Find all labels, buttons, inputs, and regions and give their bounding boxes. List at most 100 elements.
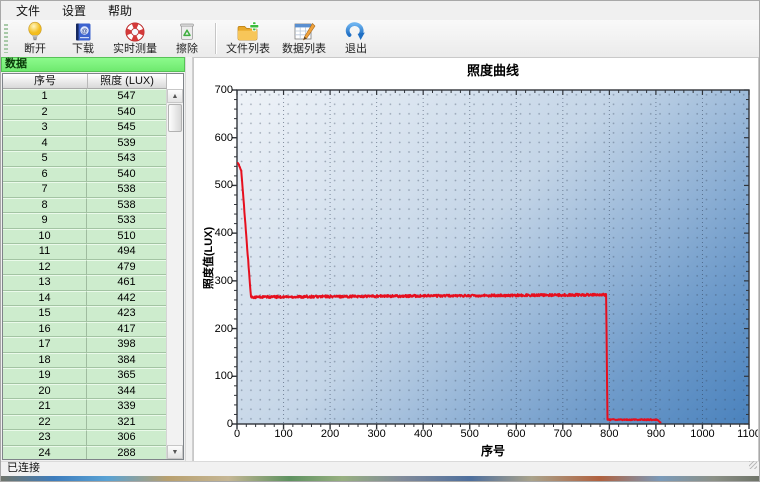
cell-lux: 344 (87, 383, 167, 399)
scrollbar-thumb[interactable] (168, 104, 182, 132)
toolbar-gripper[interactable] (4, 24, 8, 53)
table-header-row: 序号 照度 (LUX) (3, 74, 183, 89)
x-tick-label: 700 (553, 428, 572, 440)
cell-index: 9 (3, 213, 87, 229)
cell-index: 6 (3, 166, 87, 182)
cell-lux: 288 (87, 445, 167, 459)
scrollbar-track[interactable] (167, 133, 183, 445)
resize-grip-icon[interactable] (749, 461, 757, 469)
cell-index: 12 (3, 259, 87, 275)
app-window: 文件 设置 帮助 断开 @ 下载 实时测量 擦除 文件列表 数据列表 退出 数据… (0, 0, 760, 482)
data-panel-title: 数据 (1, 57, 185, 72)
y-tick-label: 200 (214, 322, 233, 335)
realtime-measure-button[interactable]: 实时测量 (107, 20, 163, 57)
cell-index: 3 (3, 120, 87, 136)
svg-text:@: @ (81, 28, 88, 35)
y-tick-label: 600 (214, 131, 233, 144)
cell-lux: 547 (87, 89, 167, 105)
menu-file[interactable]: 文件 (5, 1, 51, 21)
erase-button[interactable]: 擦除 (163, 20, 211, 57)
download-button[interactable]: @ 下载 (59, 20, 107, 57)
exit-button[interactable]: 退出 (332, 20, 380, 57)
table-row[interactable]: 18 384 (3, 352, 167, 368)
lifebuoy-icon (123, 21, 147, 43)
cell-lux: 494 (87, 244, 167, 260)
cell-lux: 461 (87, 275, 167, 291)
table-row[interactable]: 6 540 (3, 166, 167, 182)
table-row[interactable]: 15 423 (3, 306, 167, 322)
table-row[interactable]: 4 539 (3, 135, 167, 151)
cell-lux: 543 (87, 151, 167, 167)
cell-index: 15 (3, 306, 87, 322)
cell-lux: 479 (87, 259, 167, 275)
toolbar-separator (215, 23, 216, 54)
file-list-button[interactable]: 文件列表 (220, 20, 276, 57)
table-row[interactable]: 13 461 (3, 275, 167, 291)
cell-index: 4 (3, 135, 87, 151)
menu-help[interactable]: 帮助 (97, 1, 143, 21)
table-row[interactable]: 20 344 (3, 383, 167, 399)
cell-lux: 365 (87, 368, 167, 384)
x-tick-label: 400 (413, 428, 433, 440)
table-row[interactable]: 12 479 (3, 259, 167, 275)
table-row[interactable]: 14 442 (3, 290, 167, 306)
table-body[interactable]: 1 547 2 540 3 545 4 539 5 543 6 540 7 538 8 538 9 533 10 51… (3, 89, 167, 459)
cell-lux: 540 (87, 104, 167, 120)
table-row[interactable]: 11 494 (3, 244, 167, 260)
cell-index: 8 (3, 197, 87, 213)
cell-index: 20 (3, 383, 87, 399)
y-tick-label: 100 (214, 370, 233, 383)
table-row[interactable]: 5 543 (3, 151, 167, 167)
table-row[interactable]: 21 339 (3, 399, 167, 415)
table-row[interactable]: 10 510 (3, 228, 167, 244)
x-tick-label: 1100 (737, 428, 759, 440)
table-row[interactable]: 2 540 (3, 104, 167, 120)
cell-lux: 533 (87, 213, 167, 229)
cell-index: 11 (3, 244, 87, 260)
table-row[interactable]: 3 545 (3, 120, 167, 136)
column-header-index[interactable]: 序号 (3, 74, 88, 89)
data-table: 序号 照度 (LUX) 1 547 2 540 3 545 4 539 5 543 6 540 7 538… (2, 73, 184, 460)
download-label: 下载 (72, 43, 94, 55)
data-list-label: 数据列表 (282, 43, 326, 55)
cell-index: 16 (3, 321, 87, 337)
table-row[interactable]: 7 538 (3, 182, 167, 198)
data-list-button[interactable]: 数据列表 (276, 20, 332, 57)
menu-settings[interactable]: 设置 (51, 1, 97, 21)
cell-index: 21 (3, 399, 87, 415)
table-row[interactable]: 8 538 (3, 197, 167, 213)
cell-lux: 545 (87, 120, 167, 136)
y-tick-label: 300 (214, 274, 233, 287)
table-row[interactable]: 19 365 (3, 368, 167, 384)
cell-index: 24 (3, 445, 87, 459)
connection-status: 已连接 (7, 462, 40, 474)
y-tick-label: 700 (214, 84, 233, 96)
scroll-up-icon[interactable]: ▲ (167, 89, 183, 103)
x-tick-label: 1000 (690, 428, 715, 440)
scroll-down-icon[interactable]: ▼ (167, 445, 183, 459)
table-row[interactable]: 1 547 (3, 89, 167, 105)
table-row[interactable]: 16 417 (3, 321, 167, 337)
table-row[interactable]: 22 321 (3, 414, 167, 430)
x-tick-label: 900 (646, 428, 666, 440)
x-tick-label: 500 (460, 428, 479, 440)
cell-lux: 442 (87, 290, 167, 306)
panel-splitter[interactable] (185, 57, 193, 462)
disconnect-button[interactable]: 断开 (11, 20, 59, 57)
folder-add-icon (236, 21, 260, 43)
table-row[interactable]: 17 398 (3, 337, 167, 353)
cell-lux: 510 (87, 228, 167, 244)
table-scrollbar[interactable]: ▲ ▼ (166, 89, 183, 459)
y-tick-label: 400 (214, 227, 233, 240)
erase-label: 擦除 (176, 43, 198, 55)
cell-lux: 321 (87, 414, 167, 430)
cell-index: 14 (3, 290, 87, 306)
cell-lux: 423 (87, 306, 167, 322)
table-row[interactable]: 24 288 (3, 445, 167, 459)
file-list-label: 文件列表 (226, 43, 270, 55)
column-header-lux[interactable]: 照度 (LUX) (88, 74, 167, 89)
table-row[interactable]: 23 306 (3, 430, 167, 446)
cell-index: 10 (3, 228, 87, 244)
table-row[interactable]: 9 533 (3, 213, 167, 229)
x-axis-title: 序号 (480, 444, 505, 458)
